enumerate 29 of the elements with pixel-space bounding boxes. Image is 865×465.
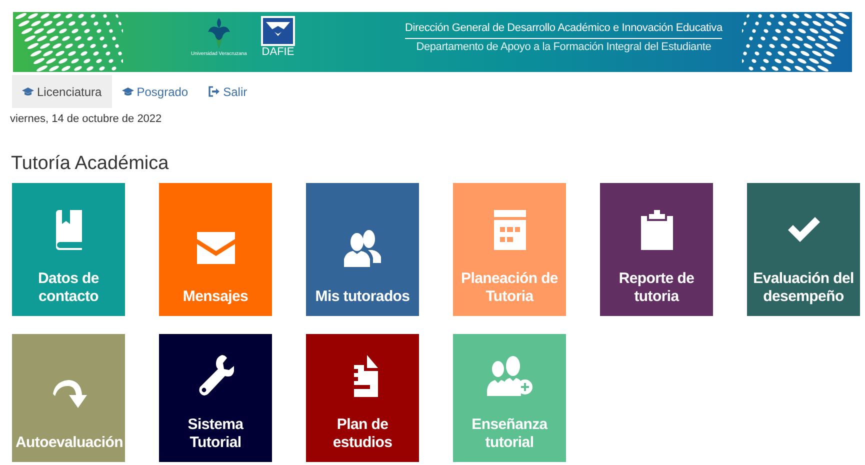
logo-text: DAFIE <box>262 46 294 60</box>
banner-subtitle: Departamento de Apoyo a la Formación Integral del Estudiante <box>416 40 712 54</box>
nav-link[interactable]: Salir <box>198 75 258 108</box>
graduation-cap-icon <box>122 86 134 96</box>
menu-tile[interactable]: Reporte de tutoria <box>600 183 713 316</box>
people-add-icon <box>486 356 532 396</box>
clipboard-icon <box>640 210 672 250</box>
dafie-logo-icon <box>261 16 295 46</box>
dot-pattern-icon <box>742 12 852 72</box>
nav-link[interactable]: Licenciatura <box>12 75 112 108</box>
people-icon <box>344 229 382 268</box>
page-heading: Tutoría Académica <box>11 152 169 176</box>
sign-out-icon <box>208 86 220 97</box>
menu-tile[interactable]: Autoevaluación <box>12 334 125 462</box>
dot-pattern-icon <box>13 12 123 72</box>
menu-tile[interactable]: Datos de contacto <box>12 183 125 316</box>
banner-title: Dirección General de Desarrollo Académico e Innovación Educativa <box>405 22 722 39</box>
menu-tile[interactable]: Plan de estudios <box>306 334 419 462</box>
menu-tile[interactable]: Mis tutorados <box>306 183 419 316</box>
menu-tile[interactable]: Evaluación del desempeño <box>747 183 860 316</box>
graduation-cap-icon <box>22 86 34 96</box>
nav-link[interactable]: Posgrado <box>112 75 198 108</box>
envelope-icon <box>196 232 234 264</box>
menu-tile[interactable]: Sistema Tutorial <box>159 334 272 462</box>
calendar-icon <box>494 210 526 250</box>
menu-tile[interactable]: Mensajes <box>159 183 272 316</box>
date-text: viernes, 14 de octubre de 2022 <box>10 112 162 127</box>
wrench-icon <box>198 355 234 398</box>
curved-arrow-icon <box>50 378 86 410</box>
